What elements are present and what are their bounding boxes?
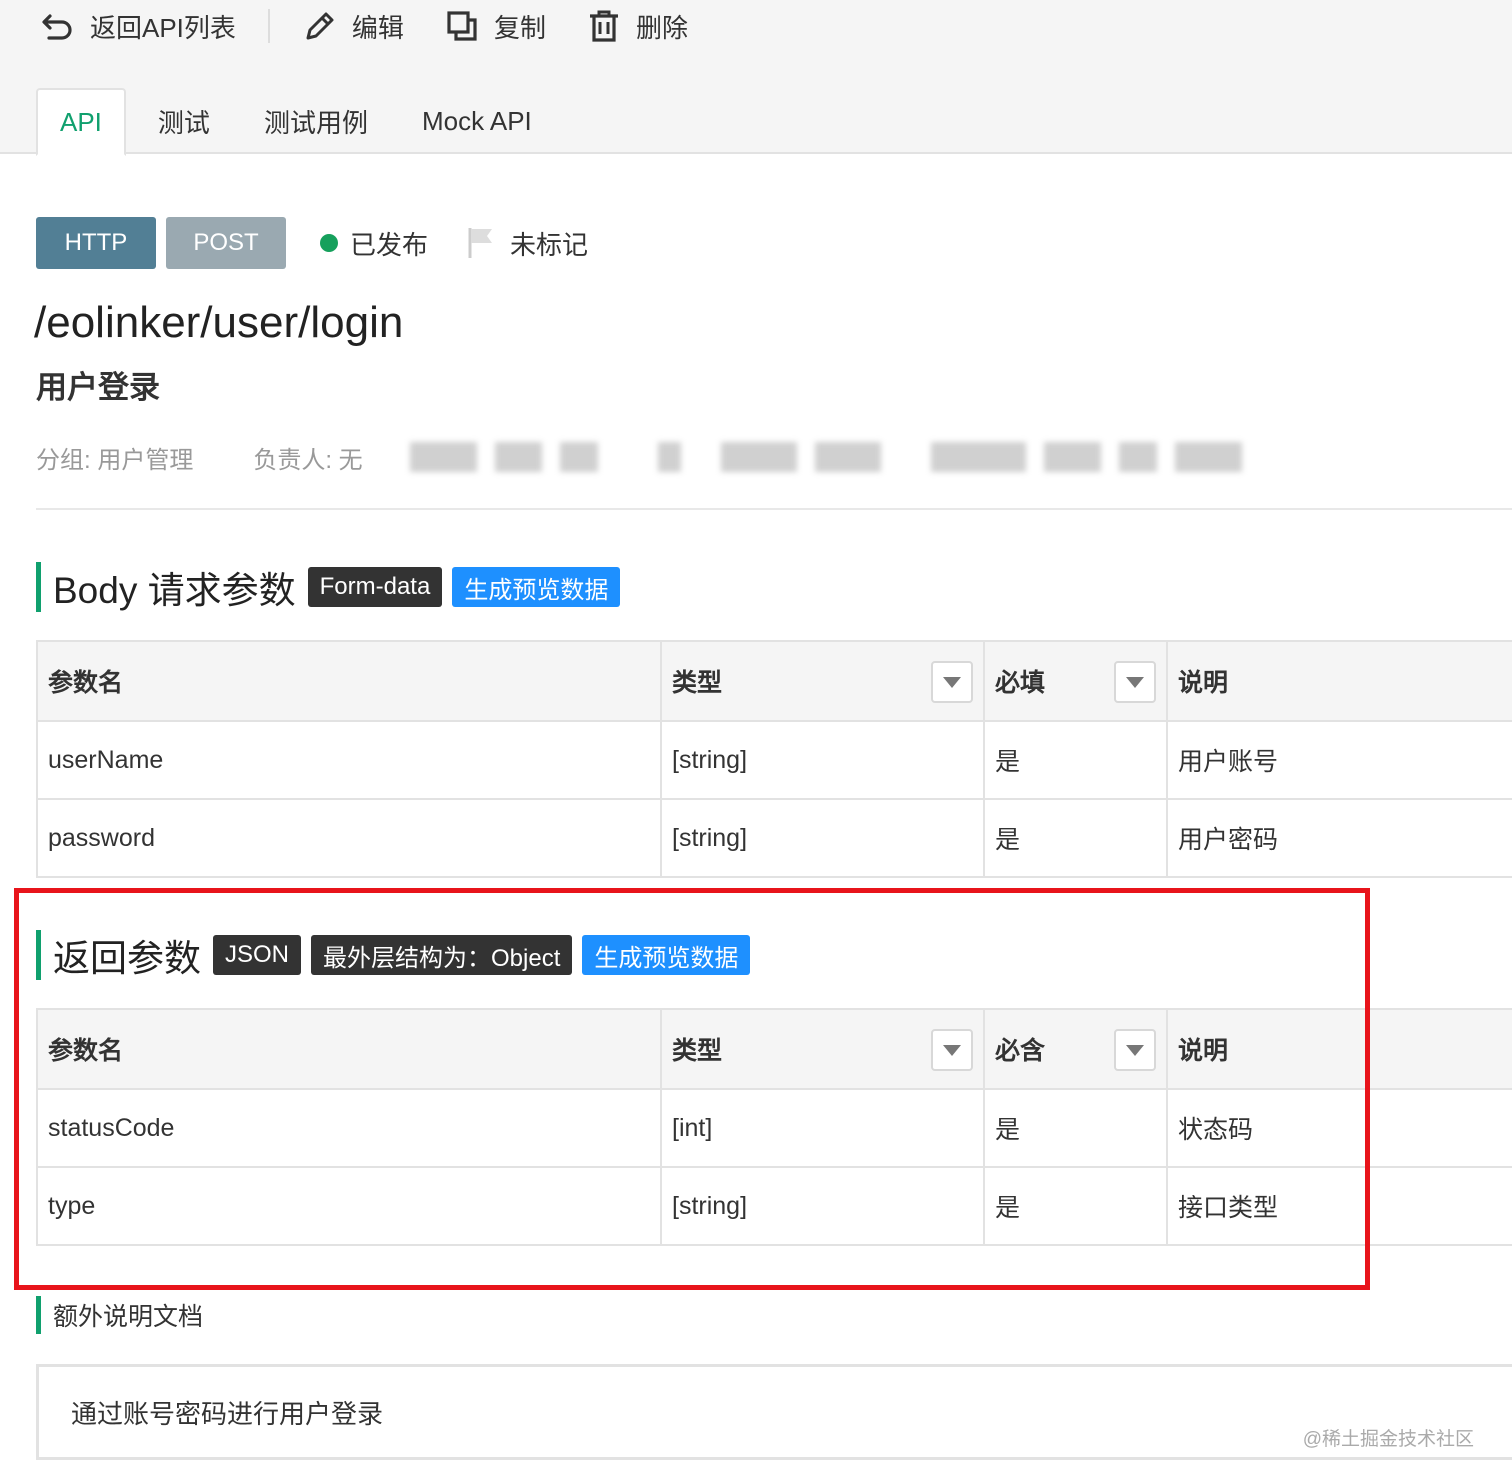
body-params-title: Body 请求参数 [53, 570, 296, 611]
trash-icon [589, 10, 618, 42]
column-header-contains-label: 必含 [995, 1037, 1046, 1065]
copy-button[interactable]: 复制 [444, 8, 546, 45]
column-header-type: 类型 [662, 642, 985, 720]
toolbar: 返回API列表 编辑 复制 删除 [40, 4, 688, 48]
section-accent-bar [36, 930, 41, 980]
return-format-badge: JSON [213, 935, 302, 975]
copy-icon [447, 11, 477, 41]
section-accent-bar [36, 1296, 41, 1334]
toolbar-divider [267, 9, 270, 43]
table-row: type [string] 是 接口类型 [38, 1168, 1512, 1246]
column-header-type: 类型 [662, 1010, 985, 1088]
tab-api[interactable]: API [36, 88, 126, 156]
column-header-required-label: 必填 [995, 669, 1046, 697]
param-description: 用户密码 [1178, 826, 1279, 854]
column-header-description: 说明 [1178, 1037, 1229, 1065]
mark-label: 未标记 [510, 229, 589, 260]
api-path: /eolinker/user/login [34, 298, 404, 347]
column-header-param-name: 参数名 [38, 642, 662, 720]
param-required: 是 [985, 800, 1168, 876]
watermark: @稀土掘金技术社区 [1302, 1429, 1474, 1450]
publish-status: 已发布 [320, 225, 428, 262]
api-owner: 负责人: 无 [253, 447, 363, 474]
divider [36, 508, 1512, 510]
back-to-api-list-button[interactable]: 返回API列表 [40, 8, 236, 45]
undo-arrow-icon [42, 14, 72, 40]
api-group: 分组: 用户管理 [36, 447, 194, 474]
return-params-table: 参数名 类型 必含 说明 statusCode [int] 是 状态码 type… [36, 1008, 1512, 1246]
table-row: userName [string] 是 用户账号 [38, 722, 1512, 800]
delete-button[interactable]: 删除 [586, 8, 688, 45]
return-generate-preview-button[interactable]: 生成预览数据 [582, 935, 751, 975]
body-params-heading: Body 请求参数 Form-data 生成预览数据 [36, 560, 630, 614]
top-bar: 返回API列表 编辑 复制 删除 API 测试 测试用例 Mock API [0, 0, 1512, 156]
return-params-title: 返回参数 [53, 938, 201, 979]
api-info-row: 分组: 用户管理 负责人: 无 [36, 440, 363, 475]
section-accent-bar [36, 562, 41, 612]
back-to-api-list-label: 返回API列表 [90, 12, 236, 43]
table-row: statusCode [int] 是 状态码 [38, 1090, 1512, 1168]
column-header-required: 必填 [985, 642, 1168, 720]
status-dot-icon [320, 234, 338, 252]
param-type: [int] [662, 1090, 985, 1166]
body-params-table: 参数名 类型 必填 说明 userName [string] 是 用户账号 pa… [36, 640, 1512, 878]
type-filter-dropdown-icon[interactable] [931, 1029, 973, 1071]
mark-toggle[interactable]: 未标记 [466, 225, 588, 262]
redacted-info [410, 434, 1260, 480]
param-required: 是 [985, 1168, 1168, 1244]
tab-test[interactable]: 测试 [136, 88, 232, 154]
table-row: password [string] 是 用户密码 [38, 800, 1512, 878]
tab-test-cases[interactable]: 测试用例 [242, 88, 390, 154]
contains-filter-dropdown-icon[interactable] [1114, 1029, 1156, 1071]
type-filter-dropdown-icon[interactable] [931, 661, 973, 703]
param-name: type [38, 1168, 662, 1244]
table-header-row: 参数名 类型 必含 说明 [38, 1010, 1512, 1090]
column-header-param-name: 参数名 [38, 1010, 662, 1088]
return-structure-badge: 最外层结构为：Object [311, 935, 573, 975]
column-header-description: 说明 [1178, 669, 1229, 697]
flag-icon [468, 228, 493, 258]
method-badge: POST [166, 217, 286, 269]
edit-label: 编辑 [351, 12, 404, 43]
return-params-heading: 返回参数 JSON 最外层结构为：Object 生成预览数据 [36, 928, 760, 982]
tab-bar: API 测试 测试用例 Mock API [36, 88, 554, 156]
extra-doc-heading: 额外说明文档 [36, 1296, 203, 1334]
copy-label: 复制 [493, 12, 546, 43]
column-header-type-label: 类型 [672, 1037, 723, 1065]
edit-button[interactable]: 编辑 [302, 8, 404, 45]
protocol-badge: HTTP [36, 217, 156, 269]
param-type: [string] [662, 1168, 985, 1244]
param-description: 接口类型 [1178, 1194, 1279, 1222]
param-description: 用户账号 [1178, 748, 1279, 776]
param-name: password [38, 800, 662, 876]
api-name: 用户登录 [36, 370, 160, 405]
pencil-icon [306, 12, 334, 40]
body-generate-preview-button[interactable]: 生成预览数据 [452, 567, 621, 607]
body-format-badge: Form-data [307, 567, 443, 607]
tab-mock-api[interactable]: Mock API [400, 88, 554, 154]
column-header-contains: 必含 [985, 1010, 1168, 1088]
extra-doc-title: 额外说明文档 [53, 1303, 204, 1331]
extra-doc-content: 通过账号密码进行用户登录 [36, 1364, 1512, 1460]
required-filter-dropdown-icon[interactable] [1114, 661, 1156, 703]
delete-label: 删除 [635, 12, 688, 43]
table-header-row: 参数名 类型 必填 说明 [38, 642, 1512, 722]
param-type: [string] [662, 800, 985, 876]
param-name: userName [38, 722, 662, 798]
column-header-type-label: 类型 [672, 669, 723, 697]
param-description: 状态码 [1178, 1116, 1254, 1144]
api-meta-row: HTTP POST 已发布 未标记 [36, 217, 588, 269]
publish-status-label: 已发布 [350, 229, 429, 260]
param-type: [string] [662, 722, 985, 798]
param-required: 是 [985, 722, 1168, 798]
param-name: statusCode [38, 1090, 662, 1166]
param-required: 是 [985, 1090, 1168, 1166]
